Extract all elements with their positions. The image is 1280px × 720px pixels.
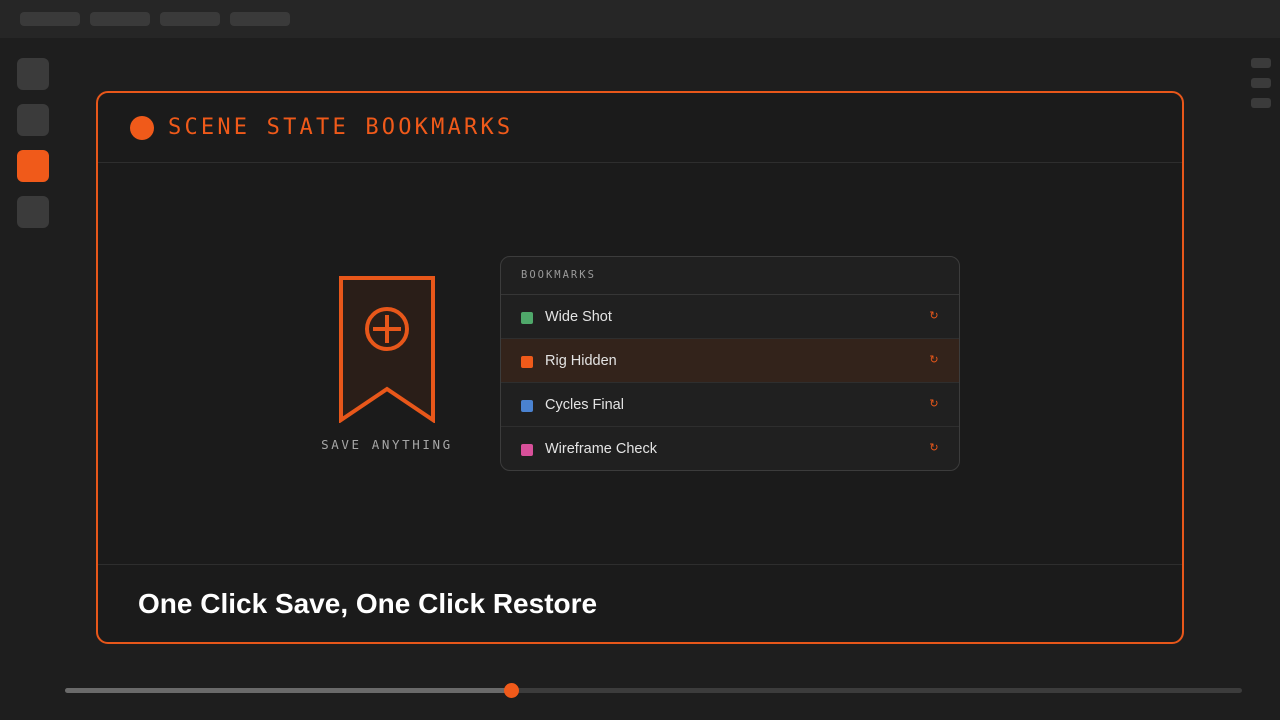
bookmark-color-swatch	[521, 444, 533, 456]
restore-icon[interactable]: ↻	[929, 397, 939, 411]
restore-icon[interactable]: ↻	[929, 353, 939, 367]
bookmark-row[interactable]: Rig Hidden ↻	[501, 339, 959, 383]
bookmark-row[interactable]: Wide Shot ↻	[501, 295, 959, 339]
tool-button[interactable]	[17, 104, 49, 136]
bookmark-label: Cycles Final	[545, 397, 624, 413]
bookmark-color-swatch	[521, 400, 533, 412]
timeline-progress	[65, 688, 512, 693]
restore-icon[interactable]: ↻	[929, 441, 939, 455]
bookmark-label: Wide Shot	[545, 309, 612, 325]
bookmark-plus-icon	[339, 276, 435, 423]
footer-title: One Click Save, One Click Restore	[138, 588, 598, 619]
feature-card: SCENE STATE BOOKMARKS SAVE ANYTHING BOOK…	[96, 91, 1184, 644]
top-menu-tab[interactable]	[20, 12, 80, 26]
timeline-playhead[interactable]	[504, 683, 520, 698]
status-dot-icon	[130, 116, 154, 140]
tool-button-active[interactable]	[17, 150, 49, 182]
bookmarks-panel: BOOKMARKS Wide Shot ↻ Rig Hidden ↻ Cycles Fi…	[500, 256, 960, 471]
bookmark-label: Wireframe Check	[545, 441, 657, 457]
card-header: SCENE STATE BOOKMARKS	[98, 93, 1182, 163]
tool-button[interactable]	[17, 58, 49, 90]
sidebar-toggle[interactable]	[1251, 98, 1271, 108]
tool-button[interactable]	[17, 196, 49, 228]
card-footer: One Click Save, One Click Restore	[98, 564, 1182, 642]
bookmark-row[interactable]: Cycles Final ↻	[501, 383, 959, 427]
bookmark-row[interactable]: Wireframe Check ↻	[501, 427, 959, 470]
panel-heading: BOOKMARKS	[501, 257, 959, 295]
top-menu-tab[interactable]	[90, 12, 150, 26]
timeline-scrubber[interactable]	[65, 683, 1242, 698]
sidebar-toggle[interactable]	[1251, 78, 1271, 88]
restore-icon[interactable]: ↻	[929, 309, 939, 323]
top-menu-tab[interactable]	[230, 12, 290, 26]
bookmark-label: Rig Hidden	[545, 353, 617, 369]
top-bar	[0, 0, 1280, 38]
illustration-caption: SAVE ANYTHING	[321, 437, 453, 452]
card-title: SCENE STATE BOOKMARKS	[168, 115, 514, 140]
sidebar-toggle[interactable]	[1251, 58, 1271, 68]
top-menu-tab[interactable]	[160, 12, 220, 26]
bookmark-color-swatch	[521, 312, 533, 324]
bookmark-color-swatch	[521, 356, 533, 368]
